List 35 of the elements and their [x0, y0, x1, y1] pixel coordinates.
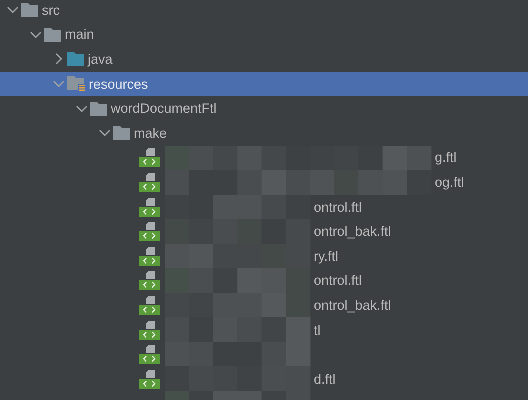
chevron-down-icon[interactable] — [30, 30, 42, 39]
template-file-icon — [139, 222, 161, 242]
chevron-down-icon[interactable] — [76, 104, 88, 113]
template-file-icon — [139, 148, 161, 168]
folder-icon — [44, 28, 61, 42]
tree-item-label[interactable]: make — [134, 126, 168, 141]
folder-icon — [113, 126, 130, 140]
tree-item-label[interactable]: og.ftl — [435, 174, 464, 190]
tree-item-label[interactable]: wordDocumentFtl — [111, 101, 217, 116]
template-file-icon — [139, 246, 161, 266]
chevron-right-icon[interactable] — [54, 53, 62, 66]
tree-item-label[interactable]: ry.ftl — [314, 248, 338, 264]
chevron-down-icon[interactable] — [98, 129, 110, 138]
tree-item-label[interactable]: ontrol.ftl — [314, 273, 362, 288]
folder-icon — [90, 102, 107, 116]
template-file-icon — [139, 172, 161, 192]
folder-icon — [67, 52, 84, 66]
folder-icon — [21, 3, 38, 18]
tree-item-label[interactable]: ontrol.ftl — [314, 200, 362, 215]
tree-item-label[interactable]: g.ftl — [435, 150, 457, 166]
chevron-down-icon[interactable] — [6, 6, 18, 14]
tree-item-label[interactable]: ontrol_bak.ftl — [314, 298, 392, 313]
template-file-icon — [139, 320, 161, 340]
tree-item-label[interactable]: main — [65, 27, 94, 42]
tree-item-label[interactable]: resources — [89, 76, 148, 92]
template-file-icon — [139, 271, 161, 290]
template-file-icon — [139, 370, 161, 389]
tree-item-label[interactable]: ontrol_bak.ftl — [314, 224, 392, 240]
template-file-icon — [139, 296, 161, 315]
tree-item-label[interactable]: src — [42, 2, 60, 18]
tree-item-label[interactable]: java — [88, 52, 113, 67]
tree-item-label[interactable]: tl — [314, 322, 321, 338]
tree-item-label[interactable]: d.ftl — [314, 372, 336, 387]
template-file-icon — [139, 198, 161, 217]
resource-folder-icon — [67, 76, 85, 92]
